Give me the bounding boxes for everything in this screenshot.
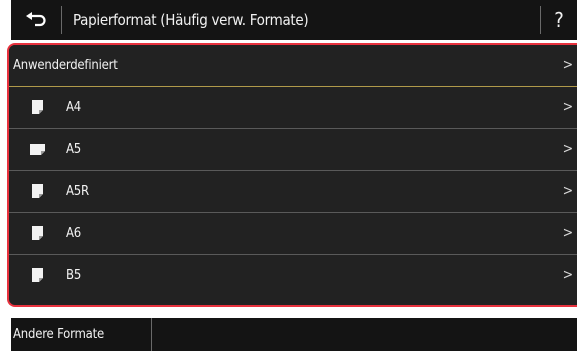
paper-portrait-icon [32, 100, 43, 114]
paper-portrait-icon [32, 184, 43, 198]
header-separator [61, 6, 62, 34]
other-formats-button[interactable]: Andere Formate [11, 318, 148, 351]
list-item-b5[interactable]: B5 > [9, 255, 577, 296]
page-title: Papierformat (Häufig verw. Formate) [73, 11, 309, 29]
footer-bar: Andere Formate [11, 318, 577, 351]
chevron-right-icon: > [562, 183, 574, 199]
list-item-label: A6 [66, 226, 82, 241]
list-item-custom[interactable]: Anwenderdefiniert > [9, 45, 577, 86]
list-item-label: A4 [66, 100, 82, 115]
chevron-right-icon: > [562, 225, 574, 241]
paper-size-list: Anwenderdefiniert > A4 > A5 > A5R > A6 >… [7, 43, 577, 307]
paper-portrait-icon [32, 226, 43, 240]
help-button[interactable]: ? [541, 0, 577, 40]
paper-landscape-icon [30, 144, 45, 155]
list-item-a4[interactable]: A4 > [9, 87, 577, 128]
list-item-a5[interactable]: A5 > [9, 129, 577, 170]
chevron-right-icon: > [562, 99, 574, 115]
return-arrow-icon [26, 12, 46, 27]
list-item-a5r[interactable]: A5R > [9, 171, 577, 212]
list-item-a6[interactable]: A6 > [9, 213, 577, 254]
list-item-label: Anwenderdefiniert [13, 58, 118, 73]
paper-portrait-icon [32, 268, 43, 282]
screen: Papierformat (Häufig verw. Formate) ? An… [0, 0, 577, 351]
chevron-right-icon: > [562, 57, 574, 73]
list-item-label: A5 [66, 142, 82, 157]
back-button[interactable] [11, 0, 61, 40]
footer-separator [151, 318, 152, 351]
chevron-right-icon: > [562, 267, 574, 283]
header-bar: Papierformat (Häufig verw. Formate) ? [11, 0, 577, 40]
list-item-label: B5 [66, 268, 82, 283]
list-item-label: A5R [66, 184, 89, 199]
chevron-right-icon: > [562, 141, 574, 157]
